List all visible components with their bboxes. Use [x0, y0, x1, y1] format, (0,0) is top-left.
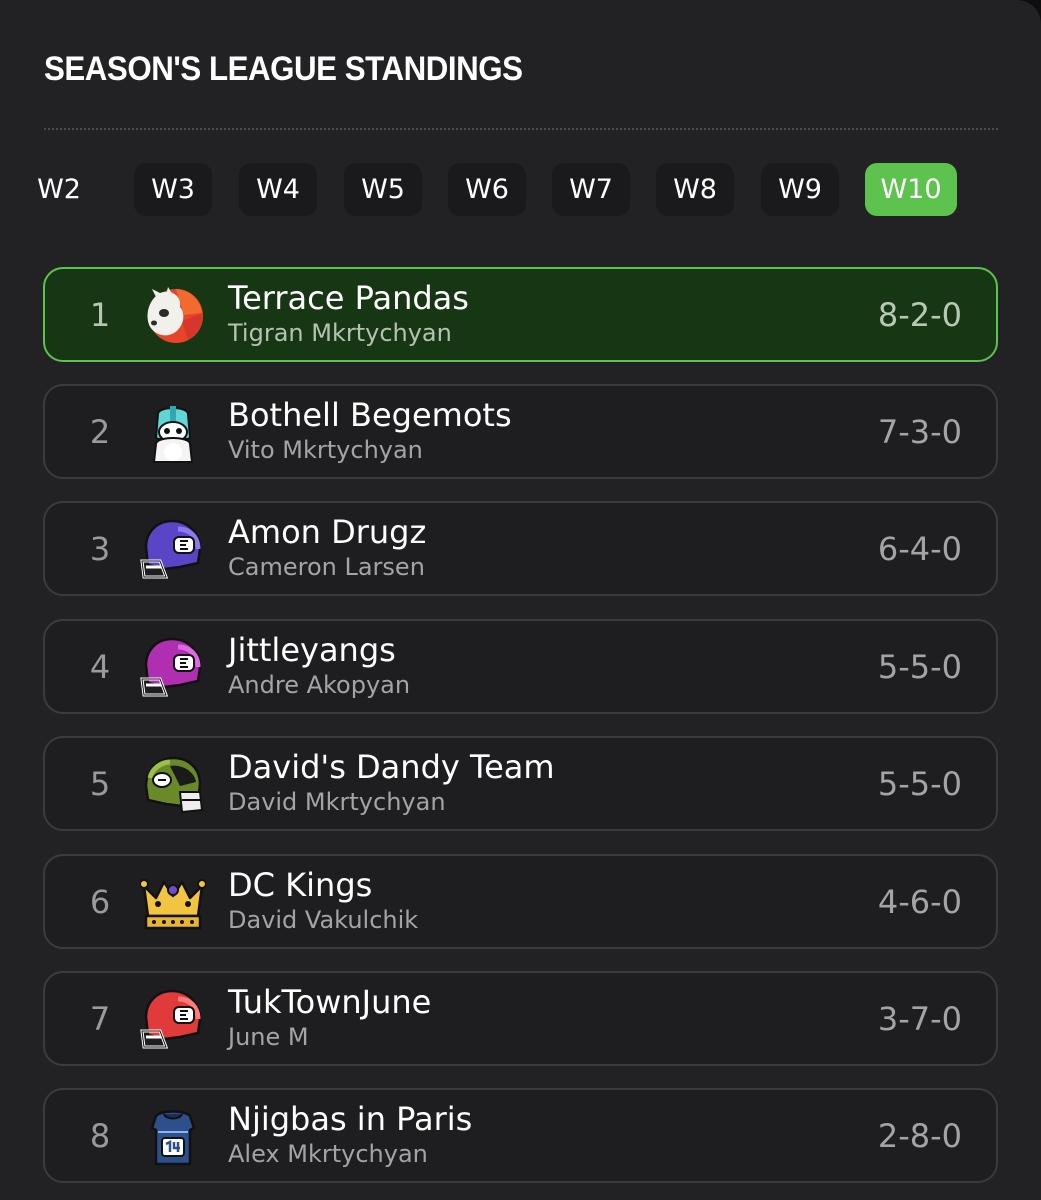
standings-row[interactable]: 5 David's Dandy Team David Mkrtychyan 5-…	[43, 736, 998, 831]
standings-row[interactable]: 2 Bothell Begemots Vito Mkrtychyan 7-3-0	[43, 384, 998, 479]
owner-name: Alex Mkrtychyan	[228, 1140, 428, 1168]
standings-row[interactable]: 7 TukTownJune June M 3-7-0	[43, 971, 998, 1066]
team-name: David's Dandy Team	[228, 748, 555, 786]
record: 5-5-0	[877, 764, 962, 803]
jersey-logo-icon	[140, 1104, 206, 1170]
week-tab-w10[interactable]: W10	[865, 163, 957, 216]
record: 7-3-0	[877, 412, 962, 451]
owner-name: Andre Akopyan	[228, 671, 411, 699]
record: 4-6-0	[877, 882, 962, 921]
rank: 8	[89, 1116, 111, 1155]
page-title: SEASON'S LEAGUE STANDINGS	[44, 50, 523, 88]
divider	[44, 128, 998, 130]
red-helmet-logo-icon	[140, 987, 206, 1053]
owner-name: David Vakulchik	[228, 906, 419, 934]
record: 6-4-0	[877, 529, 962, 568]
record: 3-7-0	[877, 999, 962, 1038]
green-helmet-logo-icon	[140, 752, 206, 818]
team-name: Bothell Begemots	[228, 396, 512, 434]
rank: 5	[89, 764, 111, 803]
week-tab-w8[interactable]: W8	[656, 163, 734, 216]
crown-logo-icon	[140, 870, 206, 936]
week-tab-w6[interactable]: W6	[448, 163, 526, 216]
team-name: Njigbas in Paris	[228, 1100, 473, 1138]
panda-logo-icon	[140, 283, 206, 349]
standings-row[interactable]: 8 Njigbas in Paris Alex Mkrtychyan 2-8-0	[43, 1088, 998, 1183]
record: 5-5-0	[877, 647, 962, 686]
rank: 1	[89, 295, 111, 334]
rank: 2	[89, 412, 111, 451]
record: 2-8-0	[877, 1116, 962, 1155]
week-tab-w5[interactable]: W5	[344, 163, 422, 216]
rank: 3	[89, 529, 111, 568]
team-name: DC Kings	[228, 866, 373, 904]
standings-row[interactable]: 1 Terrace Pandas Tigran Mkrtychyan 8-2-0	[43, 267, 998, 362]
standings-row[interactable]: 6 DC Kings David Vakulchik 4-6-0	[43, 854, 998, 949]
team-name: Jittleyangs	[228, 631, 396, 669]
team-name: Terrace Pandas	[228, 279, 469, 317]
week-tab-w4[interactable]: W4	[239, 163, 317, 216]
record: 8-2-0	[877, 295, 962, 334]
standings-row[interactable]: 3 Amon Drugz Cameron Larsen 6-4-0	[43, 501, 998, 596]
week-tab-w9[interactable]: W9	[761, 163, 839, 216]
rank: 4	[89, 647, 111, 686]
rank: 7	[89, 999, 111, 1038]
owner-name: June M	[228, 1023, 309, 1051]
week-tab-w7[interactable]: W7	[552, 163, 630, 216]
standings-row[interactable]: 4 Jittleyangs Andre Akopyan 5-5-0	[43, 619, 998, 714]
owner-name: David Mkrtychyan	[228, 788, 446, 816]
owner-name: Cameron Larsen	[228, 553, 425, 581]
purple-helmet-logo-icon	[140, 517, 206, 583]
team-name: TukTownJune	[228, 983, 432, 1021]
owner-name: Tigran Mkrtychyan	[228, 319, 452, 347]
magenta-helmet-logo-icon	[140, 635, 206, 701]
week-tab-w3[interactable]: W3	[134, 163, 212, 216]
standings-card: SEASON'S LEAGUE STANDINGS W2 W3 W4 W5 W6…	[0, 0, 1041, 1200]
week-selector: W2 W3 W4 W5 W6 W7 W8 W9 W10	[20, 160, 980, 220]
team-name: Amon Drugz	[228, 513, 427, 551]
owner-name: Vito Mkrtychyan	[228, 436, 423, 464]
rank: 6	[89, 882, 111, 921]
penguin-helmet-logo-icon	[140, 400, 206, 466]
week-tab-w2[interactable]: W2	[20, 163, 98, 216]
